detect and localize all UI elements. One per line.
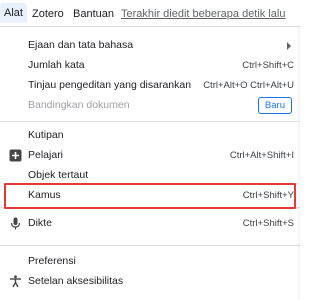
shortcut-label: Ctrl+Shift+C (242, 60, 294, 71)
accessibility-icon (10, 275, 21, 288)
menu-item-label: Bandingkan dokumen (28, 99, 130, 111)
tools-dropdown-menu: Ejaan dan tata bahasa Jumlah kata Ctrl+S… (0, 26, 300, 300)
new-badge: Baru (257, 97, 292, 114)
submenu-arrow-icon (287, 42, 291, 50)
plus-box-icon (9, 149, 22, 162)
shortcut-label: Ctrl+Shift+S (242, 218, 294, 229)
menu-item-pelajari[interactable]: Pelajari Ctrl+Alt+Shift+I (0, 145, 300, 167)
menu-item-label: Jumlah kata (28, 59, 85, 71)
menu-alat[interactable]: Alat (0, 3, 27, 23)
menu-item-label: Setelan aksesibilitas (28, 275, 124, 287)
menu-item-label: Dikte (28, 217, 52, 229)
menu-item-setelan-aksesibilitas[interactable]: Setelan aksesibilitas (0, 271, 300, 293)
last-edit-status-link[interactable]: Terakhir diedit beberapa detik lalu (121, 7, 286, 21)
menu-divider (0, 121, 300, 122)
menu-divider (0, 245, 300, 246)
menu-item-label: Ejaan dan tata bahasa (28, 39, 134, 51)
menu-item-tinjau-pengeditan[interactable]: Tinjau pengeditan yang disarankan Ctrl+A… (0, 75, 300, 97)
menu-item-kutipan[interactable]: Kutipan (0, 125, 300, 147)
menu-bantuan[interactable]: Bantuan (73, 7, 114, 21)
menu-item-preferensi[interactable]: Preferensi (0, 251, 300, 273)
menu-zotero[interactable]: Zotero (32, 7, 64, 21)
microphone-icon (10, 217, 21, 230)
shortcut-label: Ctrl+Alt+Shift+I (229, 150, 294, 161)
menu-item-label: Kutipan (28, 129, 64, 141)
menu-bar: Alat Zotero Bantuan Terakhir diedit bebe… (0, 0, 300, 26)
menu-item-label: Preferensi (28, 255, 76, 267)
menu-item-label: Tinjau pengeditan yang disarankan (28, 79, 192, 91)
menu-item-label: Objek tertaut (28, 169, 89, 181)
menu-item-ejaan[interactable]: Ejaan dan tata bahasa (0, 35, 300, 57)
menu-item-dikte[interactable]: Dikte Ctrl+Shift+S (0, 213, 300, 235)
shortcut-label: Ctrl+Alt+O Ctrl+Alt+U (203, 80, 294, 91)
dikte-highlight-box (4, 183, 296, 209)
menu-item-label: Pelajari (28, 149, 64, 161)
menu-item-bandingkan-dokumen: Bandingkan dokumen Baru (0, 95, 300, 117)
menu-item-jumlah-kata[interactable]: Jumlah kata Ctrl+Shift+C (0, 55, 300, 77)
